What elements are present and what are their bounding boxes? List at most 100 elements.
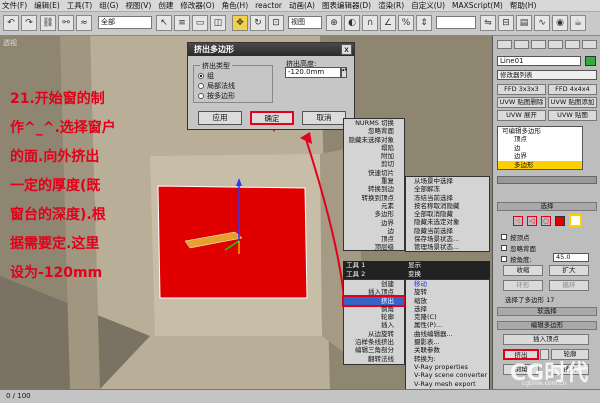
layer-icon[interactable]: ▤ <box>516 15 532 31</box>
viewport-label[interactable]: 透视 <box>3 38 17 48</box>
radio-by-polygon[interactable]: 按多边形 <box>198 91 235 101</box>
edge-mode-icon[interactable]: ◁ <box>527 216 537 226</box>
quad-menu-item[interactable]: 缩放 <box>406 297 489 305</box>
quad-menu-item[interactable]: 冻结当前选择 <box>406 194 489 202</box>
undo-icon[interactable]: ↶ <box>3 15 19 31</box>
stack-item[interactable]: 可编辑多边形 <box>498 127 582 135</box>
quad-menu-item[interactable]: 隐藏未选定对象 <box>406 218 489 226</box>
link-icon[interactable]: ⛓ <box>40 15 56 31</box>
selection-filter-select[interactable]: 全部 <box>98 16 152 29</box>
object-color-swatch[interactable] <box>585 56 596 66</box>
quad-menu-item[interactable]: V-Ray mesh export <box>406 380 489 388</box>
cancel-button[interactable]: 取消 <box>302 111 346 125</box>
menu-item[interactable]: 角色(H) <box>222 0 249 11</box>
stack-item[interactable]: 顶点 <box>498 135 582 143</box>
material-editor-icon[interactable]: ◉ <box>552 15 568 31</box>
angle-value-input[interactable]: 45.0 <box>553 253 589 262</box>
menu-item[interactable]: 渲染(R) <box>378 0 404 11</box>
quad-menu-item[interactable]: 快速切片 <box>344 169 404 177</box>
edit-polygons-rollout[interactable]: 编辑多边形 <box>497 321 597 330</box>
shrink-button[interactable]: 收缩 <box>503 265 543 276</box>
ignore-back-checkbox[interactable]: 忽略背面 <box>501 243 536 253</box>
select-by-name-icon[interactable]: ≡ <box>174 15 190 31</box>
quad-menu-item[interactable]: 多边形 <box>344 210 404 218</box>
quad-menu-item[interactable]: 轮廓 <box>344 313 404 321</box>
menu-item[interactable]: reactor <box>255 1 282 10</box>
menu-item[interactable]: 创建 <box>158 0 173 11</box>
time-slider[interactable]: 0 / 100 <box>0 389 600 403</box>
border-mode-icon[interactable]: ○ <box>541 216 551 226</box>
selection-rollout-title[interactable]: 选择 <box>497 202 597 211</box>
quad-menu-item[interactable]: 编辑三角剖分 <box>344 346 404 354</box>
polygon-mode-icon[interactable] <box>555 216 565 226</box>
stack-controls[interactable] <box>497 176 597 184</box>
quad-menu-item[interactable]: V-Ray properties <box>406 363 489 371</box>
pivot-icon[interactable]: ⊕ <box>326 15 342 31</box>
quad-menu-item[interactable]: 从边旋转 <box>344 330 404 338</box>
element-mode-icon[interactable] <box>569 214 582 227</box>
quad-menu-item[interactable]: 元素 <box>344 202 404 210</box>
mod-btn-1[interactable]: FFD 3x3x3 <box>497 84 546 95</box>
by-vertex-checkbox[interactable]: 按顶点 <box>501 232 530 242</box>
height-spinner[interactable]: ▴▾ <box>341 67 347 78</box>
utilities-tab-icon[interactable] <box>582 40 597 49</box>
radio-group[interactable]: 组 <box>198 71 214 81</box>
quad-menu-item[interactable]: 附加 <box>344 152 404 160</box>
scale-icon[interactable]: ⊡ <box>268 15 284 31</box>
hierarchy-tab-icon[interactable] <box>531 40 546 49</box>
mirror-icon[interactable]: ⇋ <box>480 15 496 31</box>
menu-item[interactable]: 文件(F) <box>2 0 27 11</box>
menu-item[interactable]: 工具(T) <box>67 0 92 11</box>
menu-item[interactable]: 帮助(H) <box>510 0 537 11</box>
move-icon[interactable]: ✥ <box>232 15 248 31</box>
stack-item[interactable]: 多边形 <box>498 160 582 169</box>
quad-menu-item[interactable]: V-Ray scene converter <box>406 371 489 379</box>
quad-menu-item[interactable]: 塌陷 <box>344 144 404 152</box>
quad-menu-item[interactable]: 全部解冻 <box>406 185 489 193</box>
motion-tab-icon[interactable] <box>548 40 563 49</box>
create-tab-icon[interactable] <box>497 40 512 49</box>
modify-tab-icon[interactable] <box>514 40 529 49</box>
align-icon[interactable]: ⊟ <box>498 15 514 31</box>
stack-item[interactable]: 边 <box>498 144 582 152</box>
rotate-icon[interactable]: ↻ <box>250 15 266 31</box>
quad-menu-item[interactable]: 曲线编辑器... <box>406 330 489 338</box>
curve-editor-icon[interactable]: ∿ <box>534 15 550 31</box>
select-icon[interactable]: ↖ <box>156 15 172 31</box>
menu-item[interactable]: 修改器(O) <box>180 0 214 11</box>
apply-button[interactable]: 应用 <box>198 111 242 125</box>
soft-selection-rollout[interactable]: 软选择 <box>497 307 597 316</box>
quad-menu-item[interactable]: 按名称取消隐藏 <box>406 202 489 210</box>
mirror-select-icon[interactable]: ◐ <box>344 15 360 31</box>
quad-menu-item[interactable]: 忽略背面 <box>344 127 404 135</box>
menu-item[interactable]: 视图(V) <box>125 0 151 11</box>
ok-button[interactable]: 确定 <box>250 111 294 125</box>
mod-btn-5[interactable]: UVW 展开 <box>497 110 546 121</box>
snap-icon[interactable]: ∩ <box>362 15 378 31</box>
display-tab-icon[interactable] <box>565 40 580 49</box>
menu-item[interactable]: 组(G) <box>99 0 118 11</box>
extrude-height-input[interactable]: -120.0mm <box>285 67 341 78</box>
named-selection-select[interactable] <box>436 16 476 29</box>
menu-item[interactable]: 自定义(U) <box>411 0 445 11</box>
quad-menu-item[interactable]: 隐藏当前选择 <box>406 227 489 235</box>
grow-button[interactable]: 扩大 <box>549 265 589 276</box>
quad-menu-item[interactable]: 翻转法线 <box>344 355 404 363</box>
render-icon[interactable]: ☕ <box>570 15 586 31</box>
region-select-icon[interactable]: ▭ <box>192 15 208 31</box>
vertex-mode-icon[interactable]: ·: <box>513 216 523 226</box>
quad-menu-item[interactable]: 旋转 <box>406 288 489 296</box>
menu-item[interactable]: 图表编辑器(D) <box>322 0 371 11</box>
modifier-list-select[interactable]: 修改器列表 <box>497 70 597 80</box>
menu-item[interactable]: 编辑(E) <box>34 0 60 11</box>
quad-menu-item[interactable]: 选择 <box>406 305 489 313</box>
mod-btn-3[interactable]: UVW 贴图删除 <box>497 97 546 108</box>
mod-btn-2[interactable]: FFD 4x4x4 <box>548 84 597 95</box>
insert-vertex-button[interactable]: 插入顶点 <box>503 334 589 345</box>
quad-menu-item[interactable]: 转换到边 <box>344 185 404 193</box>
quad-menu-item[interactable]: 插入 <box>344 321 404 329</box>
stack-item[interactable]: 边界 <box>498 152 582 160</box>
radio-local-normal[interactable]: 局部法线 <box>198 81 235 91</box>
percent-snap-icon[interactable]: % <box>398 15 414 31</box>
mod-btn-6[interactable]: UVW 贴图 <box>548 110 597 121</box>
